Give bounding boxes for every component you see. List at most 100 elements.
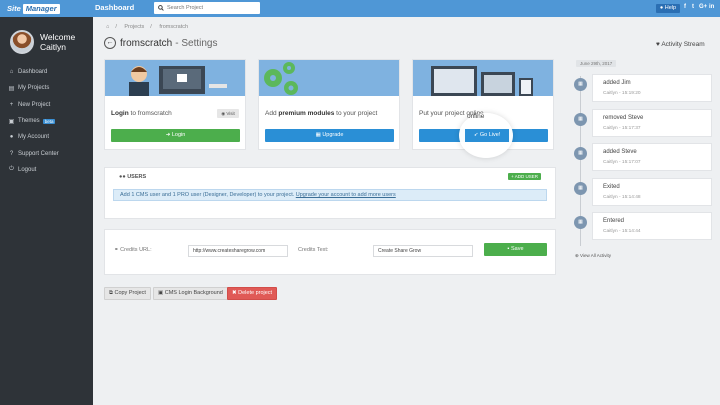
page-subtitle: - Settings	[175, 37, 218, 49]
breadcrumb-current: fromscratch	[159, 24, 189, 30]
save-button[interactable]: ▪ Save	[484, 243, 547, 256]
upgrade-account-link[interactable]: Upgrade your account to add more users	[296, 192, 396, 198]
login-illustration	[105, 60, 245, 96]
calendar-icon: ▦	[574, 113, 587, 126]
modules-text-bold: premium modules	[278, 110, 335, 117]
activity-meta: Caitlyn - 15:17:07	[603, 160, 641, 165]
linkedin-icon[interactable]: in	[709, 4, 714, 10]
upgrade-button[interactable]: ▦ Upgrade	[265, 129, 394, 142]
credits-url-label-text: Credits URL:	[120, 247, 152, 253]
dashboard-link[interactable]: Dashboard	[95, 3, 134, 12]
highlight-text: online	[467, 113, 485, 120]
activity-meta: Caitlyn - 15:17:37	[603, 126, 641, 131]
page-title: ← fromscratch - Settings	[104, 37, 217, 49]
image-icon: ▣	[158, 290, 165, 296]
beta-badge: beta	[42, 118, 56, 124]
breadcrumb-projects[interactable]: Projects	[124, 24, 144, 30]
question-icon: ?	[9, 150, 14, 157]
avatar[interactable]	[10, 30, 34, 54]
users-heading: ●● USERS	[119, 174, 146, 180]
users-icon: ●●	[119, 174, 128, 180]
credits-text-field[interactable]: Create Share Grow	[373, 245, 473, 257]
activity-item: added Steve Caitlyn - 15:17:07	[592, 143, 712, 171]
project-name: fromscratch	[120, 37, 173, 49]
sidebar-item-label: Support Center	[18, 150, 59, 157]
login-button[interactable]: ➜ Login	[111, 129, 240, 142]
view-all-activity-link[interactable]: ⊕ View All Activity	[575, 253, 611, 259]
app-logo[interactable]: Site Manager	[7, 3, 60, 14]
activity-title: added Steve	[603, 149, 637, 155]
sidebar-item-themes[interactable]: ▣ Themes beta	[0, 113, 93, 129]
search-input[interactable]	[167, 5, 255, 11]
user-name: Caitlyn	[40, 42, 66, 52]
go-live-magnified-label: Go Live!	[479, 132, 501, 138]
activity-item: added Jim Caitlyn - 15:19:20	[592, 74, 712, 102]
search-icon	[158, 5, 164, 11]
activity-title: added Jim	[603, 80, 631, 86]
activity-meta: Caitlyn - 15:14:44	[603, 229, 641, 234]
delete-project-button[interactable]: ✖ Delete project	[227, 287, 278, 300]
sidebar-item-my-projects[interactable]: ▤ My Projects	[0, 80, 93, 96]
calendar-icon: ▦	[574, 182, 587, 195]
activity-title: Entered	[603, 218, 625, 224]
add-user-button[interactable]: + ADD USER	[508, 173, 541, 180]
help-button[interactable]: ● Help	[656, 4, 680, 13]
logo-site: Site	[7, 4, 21, 13]
activity-item: Exited Caitlyn - 15:14:48	[592, 178, 712, 206]
logo-manager: Manager	[22, 3, 60, 14]
activity-stream-title: Activity Stream	[661, 41, 705, 48]
sidebar-item-label: My Account	[18, 134, 50, 141]
login-text: Login to fromscratch	[111, 110, 172, 117]
activity-meta: Caitlyn - 15:19:20	[603, 91, 641, 96]
search-box[interactable]	[154, 2, 260, 14]
copy-project-label: Copy Project	[114, 290, 146, 296]
activity-stream-header: ♥ Activity Stream	[656, 41, 705, 48]
sidebar-item-dashboard[interactable]: ⌂ Dashboard	[0, 64, 93, 80]
login-text-rest: to fromscratch	[128, 110, 172, 117]
welcome-block: Welcome Caitlyn	[40, 32, 75, 52]
users-info-text: Add 1 CMS user and 1 PRO user (Designer,…	[120, 192, 295, 198]
facebook-icon[interactable]: f	[684, 4, 686, 10]
gears-illustration	[259, 60, 399, 96]
sidebar-item-logout[interactable]: ⏻ Logout	[0, 162, 93, 178]
sidebar-item-label: Dashboard	[18, 69, 48, 76]
visit-button[interactable]: ◉ Visit	[217, 109, 239, 118]
dashboard-label: Dashboard	[95, 3, 135, 12]
modules-card: Add premium modules to your project ▦ Up…	[258, 59, 400, 150]
activity-item: removed Steve Caitlyn - 15:17:37	[592, 109, 712, 137]
picture-icon: ▣	[8, 118, 15, 125]
add-user-label: ADD USER	[514, 174, 538, 179]
sidebar-item-label: Themes	[18, 118, 40, 125]
delete-project-label: Delete project	[238, 290, 273, 296]
save-label: Save	[510, 246, 524, 252]
credits-panel: ⚭ Credits URL: http://www.createsharegro…	[104, 229, 556, 275]
power-icon: ⏻	[9, 166, 14, 173]
devices-illustration	[413, 60, 553, 96]
copy-project-button[interactable]: ⧉ Copy Project	[104, 287, 151, 300]
folder-icon: ▤	[8, 85, 15, 92]
view-all-activity-label: View All Activity	[580, 253, 611, 258]
credits-text-label: Credits Text:	[298, 247, 329, 253]
sidebar-item-label: New Project	[18, 101, 51, 108]
credits-url-label: ⚭ Credits URL:	[114, 247, 152, 253]
back-arrow-icon[interactable]: ←	[104, 37, 116, 49]
calendar-icon: ▦	[574, 147, 587, 160]
twitter-icon[interactable]: t	[692, 4, 694, 10]
home-icon[interactable]: ⌂	[106, 24, 109, 30]
breadcrumb: ⌂ / Projects / fromscratch	[106, 24, 189, 30]
go-live-button-magnified[interactable]: ➶ Go Live!	[465, 129, 509, 142]
users-panel: ●● USERS + ADD USER Add 1 CMS user and 1…	[104, 167, 556, 219]
google-plus-icon[interactable]: G+	[699, 4, 707, 10]
help-label: Help	[664, 5, 677, 11]
credits-url-field[interactable]: http://www.createsharegrow.com	[188, 245, 288, 257]
calendar-icon: ▦	[574, 216, 587, 229]
login-text-bold: Login	[111, 110, 129, 117]
login-button-label: Login	[171, 132, 186, 138]
sidebar-item-support-center[interactable]: ? Support Center	[0, 145, 93, 161]
sidebar-item-new-project[interactable]: + New Project	[0, 97, 93, 113]
sidebar-item-my-account[interactable]: ● My Account	[0, 129, 93, 145]
cms-login-background-button[interactable]: ▣ CMS Login Background	[153, 287, 228, 300]
cms-login-background-label: CMS Login Background	[164, 290, 223, 296]
plus-icon: +	[9, 101, 14, 108]
users-info-alert: Add 1 CMS user and 1 PRO user (Designer,…	[113, 189, 547, 201]
